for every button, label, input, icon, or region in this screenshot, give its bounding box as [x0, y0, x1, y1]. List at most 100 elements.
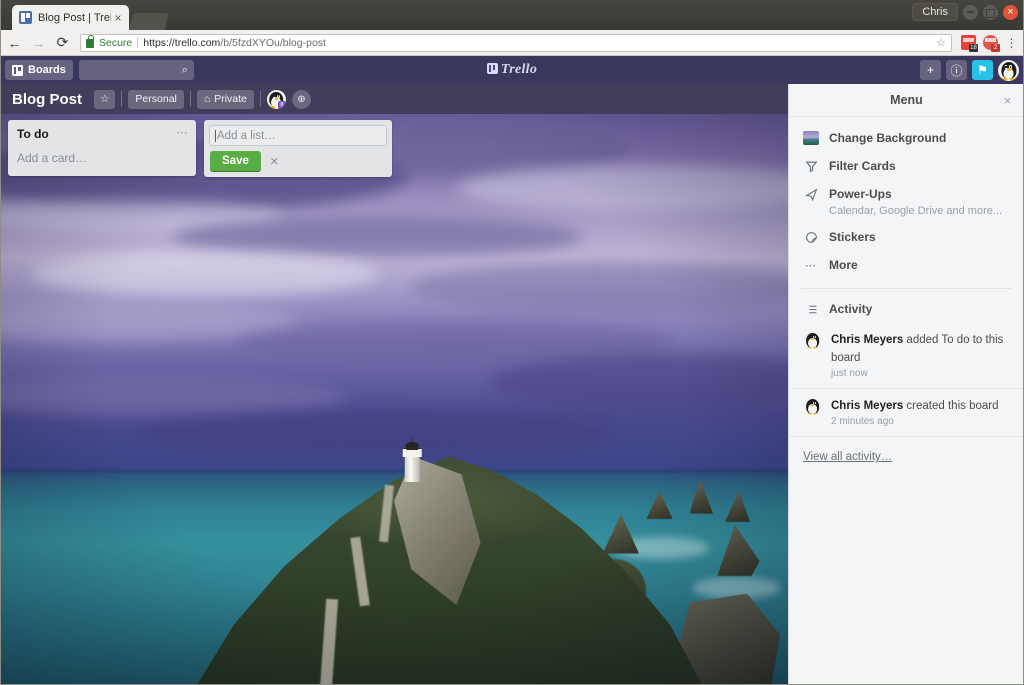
sidebar-item-filter-cards[interactable]: Filter Cards	[789, 152, 1024, 180]
sidebar-item-stickers[interactable]: Stickers	[789, 223, 1024, 251]
star-icon[interactable]: ☆	[94, 89, 116, 109]
extension-one-icon[interactable]: 18	[961, 35, 978, 52]
url-path: /b/5fzdXYOu/blog-post	[220, 36, 326, 49]
add-list-composer: Add a list… Save ×	[204, 120, 392, 177]
activity-title: Activity	[829, 301, 873, 316]
add-card-button[interactable]: Add a card…	[8, 147, 196, 174]
list-title[interactable]: To do	[17, 127, 177, 141]
divider	[259, 91, 261, 107]
activity-user: Chris Meyers	[831, 400, 904, 413]
view-all-activity-link[interactable]: View all activity…	[789, 437, 1024, 463]
browser-tab[interactable]: Blog Post | Trello ×	[12, 5, 129, 30]
window-close-button[interactable]	[1003, 4, 1018, 20]
board-background-photo	[0, 114, 788, 685]
ellipsis-icon: ⋯	[805, 259, 817, 272]
avatar	[803, 396, 822, 416]
tab-close-icon[interactable]: ×	[111, 11, 125, 25]
background-thumbnail-icon	[803, 130, 819, 146]
avatar-badge: 8	[277, 100, 286, 109]
security-label: Secure	[99, 36, 133, 49]
title-bar: Blog Post | Trello × Chris	[0, 0, 1024, 30]
bookmark-star-icon[interactable]: ☆	[936, 36, 946, 49]
info-icon[interactable]: ⓘ	[946, 60, 967, 80]
rocket-icon	[803, 186, 819, 202]
extension-one-badge: 18	[969, 44, 978, 52]
avatar	[803, 330, 822, 350]
url-text: https://trello.com/b/5fzdXYOu/blog-post	[143, 37, 326, 49]
sidebar-item-more[interactable]: ⋯ More	[789, 251, 1024, 279]
activity-time: just now	[831, 368, 868, 380]
header-actions: + ⓘ ⚑	[920, 59, 1019, 81]
team-button[interactable]: Personal	[128, 89, 184, 109]
sidebar-item-change-background[interactable]: Change Background	[789, 124, 1024, 152]
add-member-button[interactable]: ⊕	[291, 89, 311, 109]
trello-favicon-icon	[19, 11, 32, 24]
sidebar-item-sublabel: Calendar, Google Drive and more...	[829, 205, 1003, 217]
photo-vignette	[0, 114, 788, 685]
back-icon[interactable]: ←	[6, 34, 23, 51]
activity-action: created this board	[903, 400, 999, 413]
lock-icon	[86, 35, 95, 48]
notifications-icon[interactable]: ⚑	[972, 60, 993, 80]
omnibox-divider	[137, 37, 139, 48]
tab-title: Blog Post | Trello	[38, 11, 111, 24]
save-button[interactable]: Save	[210, 151, 261, 171]
activity-text: Chris Meyers added To do to this board	[831, 334, 1003, 364]
tux-avatar-icon	[998, 60, 1019, 81]
sidebar-item-label: Filter Cards	[829, 159, 896, 173]
reload-icon[interactable]: ⟳	[54, 34, 71, 51]
window-controls: Chris	[912, 3, 1018, 21]
trello-logo-icon	[486, 63, 498, 74]
list-header: To do ⋯	[8, 120, 196, 147]
browser-menu-icon[interactable]: ⋮	[1005, 37, 1018, 49]
list-container: To do ⋯ Add a card… Add a list… Save ×	[0, 114, 788, 177]
list-menu-icon[interactable]: ⋯	[177, 128, 189, 139]
maximize-button[interactable]	[983, 4, 998, 20]
minimize-button[interactable]	[963, 4, 978, 20]
search-input[interactable]: ⌕	[78, 60, 194, 80]
trello-header: Boards ⌕ Trello + ⓘ ⚑	[0, 56, 1024, 84]
sidebar-title: Menu	[890, 93, 923, 107]
menu-sidebar: Menu × Change Background Filter Cards Po…	[788, 84, 1024, 685]
sidebar-close-icon[interactable]: ×	[999, 92, 1016, 109]
sidebar-item-label: Stickers	[829, 230, 876, 245]
visibility-button[interactable]: ⌂ Private	[196, 89, 254, 109]
forward-icon: →	[31, 34, 46, 51]
add-list-input[interactable]: Add a list…	[209, 125, 387, 146]
activity-list-icon	[803, 301, 819, 317]
avatar[interactable]	[998, 59, 1019, 81]
sidebar-items: Change Background Filter Cards Power-Ups…	[789, 117, 1024, 279]
address-bar[interactable]: Secure https://trello.com/b/5fzdXYOu/blo…	[80, 33, 952, 52]
sidebar-item-power-ups[interactable]: Power-Ups Calendar, Google Drive and mor…	[789, 180, 1024, 223]
extension-two-icon[interactable]: 2	[983, 35, 1000, 52]
composer-actions: Save ×	[209, 146, 387, 172]
sidebar-item-label: Change Background	[829, 131, 947, 145]
list-to-do[interactable]: To do ⋯ Add a card…	[8, 120, 196, 177]
browser-window: Blog Post | Trello × Chris ← → ⟳ Secure …	[0, 0, 1024, 685]
url-scheme: https://trello.com	[143, 36, 221, 49]
add-button[interactable]: +	[920, 60, 941, 80]
lock-icon: ⌂	[203, 93, 211, 105]
funnel-icon	[803, 158, 819, 174]
activity-text: Chris Meyers created this board	[831, 400, 999, 412]
boards-button[interactable]: Boards	[5, 60, 73, 80]
board-member-avatar[interactable]: 8	[266, 89, 286, 109]
user-profile-button[interactable]: Chris	[912, 3, 958, 21]
boards-icon	[12, 64, 23, 76]
sidebar-header: Menu ×	[789, 84, 1024, 117]
tux-avatar-icon	[803, 330, 822, 350]
divider	[189, 91, 191, 107]
trello-logo-text: Trello	[500, 62, 538, 77]
extension-two-badge: 2	[991, 44, 1000, 52]
new-tab-button[interactable]	[128, 13, 170, 30]
text-caret	[215, 129, 216, 142]
sidebar-item-label: Power-Ups	[829, 187, 892, 201]
browser-toolbar: ← → ⟳ Secure https://trello.com/b/5fzdXY…	[0, 30, 1024, 56]
search-icon: ⌕	[181, 63, 188, 76]
visibility-label: Private	[214, 93, 247, 105]
tux-avatar-icon	[803, 396, 822, 416]
activity-time: 2 minutes ago	[831, 416, 894, 428]
composer-close-icon[interactable]: ×	[270, 154, 279, 169]
page-title[interactable]: Blog Post	[6, 89, 88, 110]
divider	[121, 91, 123, 107]
